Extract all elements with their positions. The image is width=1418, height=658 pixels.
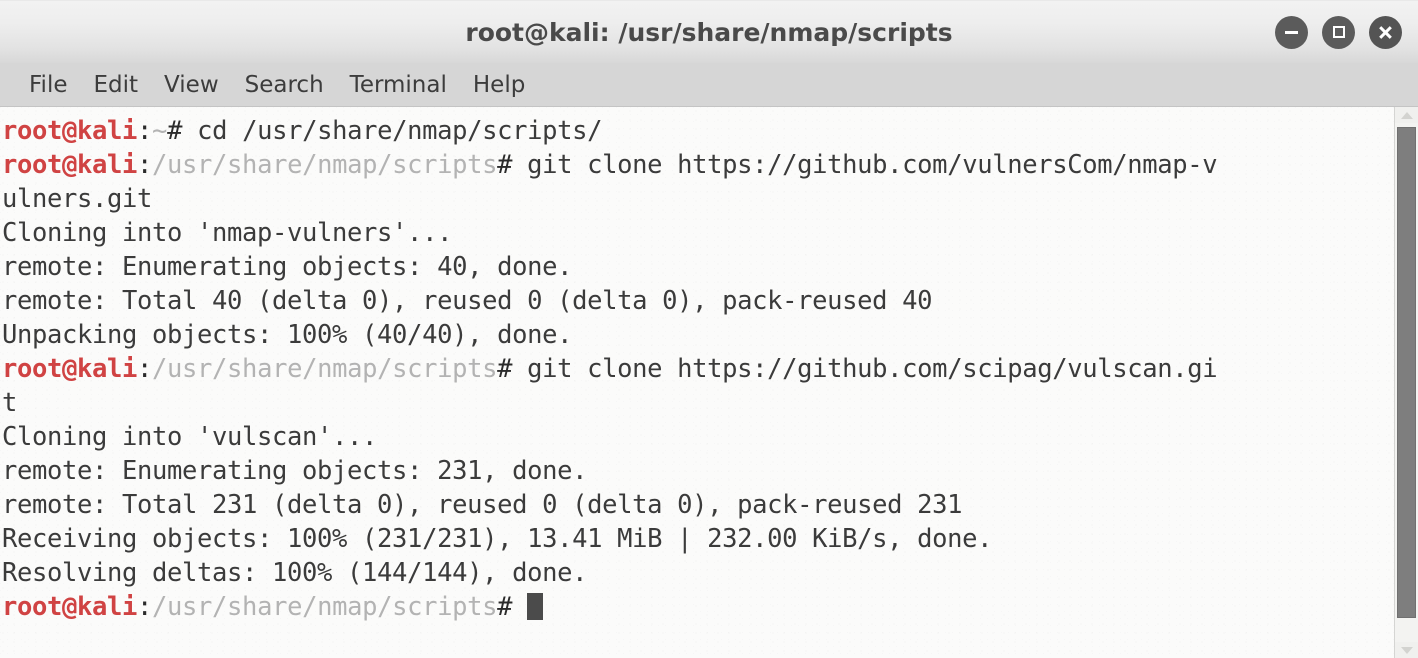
terminal-output-line: t xyxy=(2,386,1394,420)
menu-item-edit[interactable]: Edit xyxy=(81,70,152,100)
menu-item-terminal[interactable]: Terminal xyxy=(337,70,460,100)
terminal-window: root@kali: /usr/share/nmap/scripts File … xyxy=(0,0,1418,658)
prompt-hash-segment: # xyxy=(497,354,528,384)
terminal-output-text: remote: Enumerating objects: 231, done. xyxy=(2,456,588,486)
terminal-output-line: remote: Total 40 (delta 0), reused 0 (de… xyxy=(2,284,1394,318)
terminal-output-line: remote: Enumerating objects: 231, done. xyxy=(2,454,1394,488)
terminal-output-line: Receiving objects: 100% (231/231), 13.41… xyxy=(2,522,1394,556)
terminal-output-line: Cloning into 'vulscan'... xyxy=(2,420,1394,454)
menu-item-file[interactable]: File xyxy=(16,70,81,100)
terminal-output[interactable]: root@kali:~# cd /usr/share/nmap/scripts/… xyxy=(0,107,1394,658)
terminal-output-text: Unpacking objects: 100% (40/40), done. xyxy=(2,320,573,350)
close-button[interactable] xyxy=(1369,15,1402,49)
maximize-button[interactable] xyxy=(1322,15,1355,49)
terminal-command-text: git clone https://github.com/vulnersCom/… xyxy=(527,150,1218,180)
prompt-colon-segment: : xyxy=(137,592,153,622)
prompt-user-segment: root@kali xyxy=(2,354,138,384)
menu-item-view[interactable]: View xyxy=(151,70,232,100)
prompt-colon-segment: : xyxy=(137,354,153,384)
prompt-user-segment: root@kali xyxy=(2,116,138,146)
terminal-prompt-line: root@kali:/usr/share/nmap/scripts# xyxy=(2,590,1394,624)
terminal-output-line: remote: Total 231 (delta 0), reused 0 (d… xyxy=(2,488,1394,522)
menu-item-search[interactable]: Search xyxy=(232,70,337,100)
terminal-prompt-line: root@kali:/usr/share/nmap/scripts# git c… xyxy=(2,148,1394,182)
prompt-path-segment: /usr/share/nmap/scripts xyxy=(152,354,498,384)
terminal-output-line: remote: Enumerating objects: 40, done. xyxy=(2,250,1394,284)
close-x-icon xyxy=(1378,25,1393,40)
terminal-output-text: Receiving objects: 100% (231/231), 13.41… xyxy=(2,524,993,554)
prompt-hash-segment: # xyxy=(167,116,198,146)
scrollbar-thumb[interactable] xyxy=(1397,127,1416,618)
prompt-user-segment: root@kali xyxy=(2,592,138,622)
prompt-path-segment: /usr/share/nmap/scripts xyxy=(152,150,498,180)
terminal-output-line: Resolving deltas: 100% (144/144), done. xyxy=(2,556,1394,590)
chevron-up-icon xyxy=(1400,111,1413,119)
terminal-prompt-line: root@kali:~# cd /usr/share/nmap/scripts/ xyxy=(2,114,1394,148)
prompt-user-segment: root@kali xyxy=(2,150,138,180)
title-bar[interactable]: root@kali: /usr/share/nmap/scripts xyxy=(0,0,1418,63)
terminal-output-line: Cloning into 'nmap-vulners'... xyxy=(2,216,1394,250)
terminal-output-line: ulners.git xyxy=(2,182,1394,216)
scroll-down-arrow[interactable] xyxy=(1395,642,1418,658)
terminal-output-text: ulners.git xyxy=(2,184,153,214)
terminal-cursor xyxy=(527,593,544,620)
terminal-area: root@kali:~# cd /usr/share/nmap/scripts/… xyxy=(0,107,1418,658)
terminal-output-text: Cloning into 'vulscan'... xyxy=(2,422,378,452)
menu-item-help[interactable]: Help xyxy=(460,70,538,100)
vertical-scrollbar[interactable] xyxy=(1394,107,1418,658)
scroll-up-arrow[interactable] xyxy=(1395,107,1418,123)
terminal-output-text: remote: Total 231 (delta 0), reused 0 (d… xyxy=(2,490,963,520)
prompt-hash-segment: # xyxy=(497,592,528,622)
prompt-colon-segment: : xyxy=(137,116,153,146)
terminal-command-text: git clone https://github.com/scipag/vuls… xyxy=(527,354,1218,384)
menu-bar: File Edit View Search Terminal Help xyxy=(0,63,1418,107)
window-title: root@kali: /usr/share/nmap/scripts xyxy=(465,17,953,47)
prompt-colon-segment: : xyxy=(137,150,153,180)
terminal-command-text: cd /usr/share/nmap/scripts/ xyxy=(197,116,603,146)
minus-icon xyxy=(1285,30,1298,34)
terminal-output-line: Unpacking objects: 100% (40/40), done. xyxy=(2,318,1394,352)
terminal-output-text: remote: Enumerating objects: 40, done. xyxy=(2,252,573,282)
prompt-path-segment: /usr/share/nmap/scripts xyxy=(152,592,498,622)
terminal-output-text: remote: Total 40 (delta 0), reused 0 (de… xyxy=(2,286,933,316)
minimize-button[interactable] xyxy=(1275,15,1308,49)
terminal-output-text: Cloning into 'nmap-vulners'... xyxy=(2,218,453,248)
prompt-hash-segment: # xyxy=(497,150,528,180)
chevron-down-icon xyxy=(1400,646,1413,654)
scrollbar-track[interactable] xyxy=(1395,123,1418,642)
terminal-prompt-line: root@kali:/usr/share/nmap/scripts# git c… xyxy=(2,352,1394,386)
square-restore-icon xyxy=(1332,26,1345,38)
terminal-output-text: t xyxy=(2,388,18,418)
terminal-output-text: Resolving deltas: 100% (144/144), done. xyxy=(2,558,588,588)
prompt-path-segment: ~ xyxy=(152,116,168,146)
window-controls xyxy=(1275,1,1402,63)
